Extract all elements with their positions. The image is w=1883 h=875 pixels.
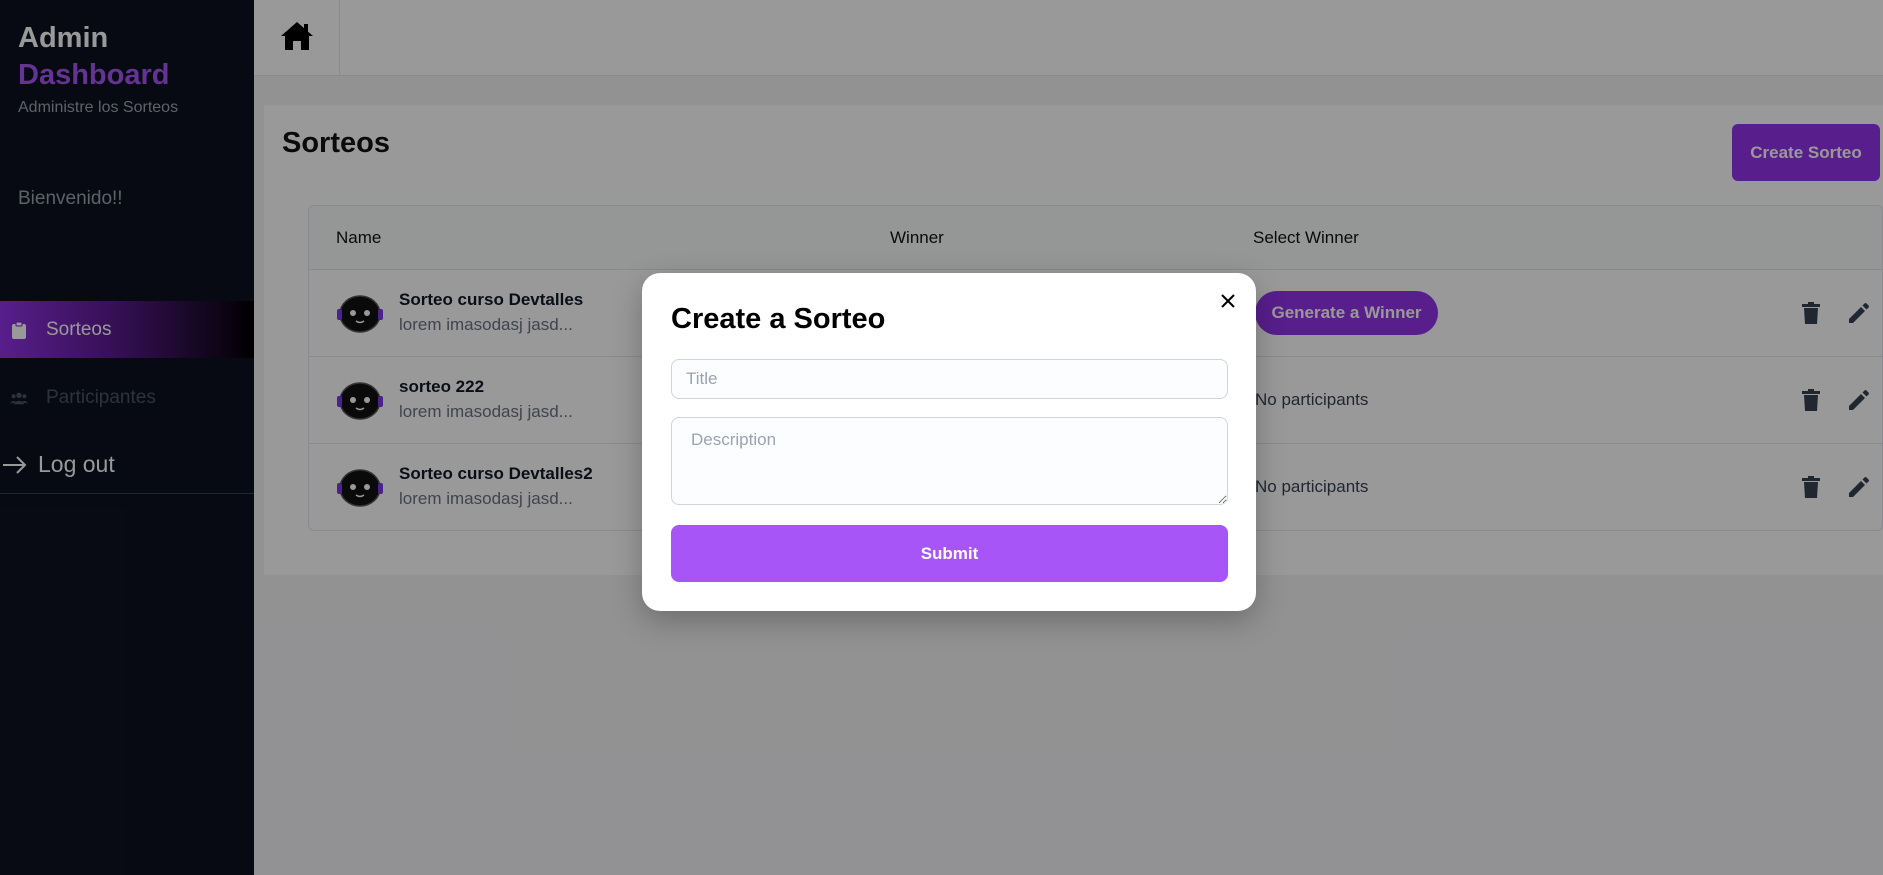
title-input[interactable] [671, 359, 1228, 399]
create-sorteo-modal: Create a Sorteo Submit [642, 273, 1256, 611]
description-input[interactable] [671, 417, 1228, 505]
modal-title: Create a Sorteo [671, 303, 886, 335]
close-icon[interactable] [1216, 289, 1240, 313]
submit-button[interactable]: Submit [671, 525, 1228, 582]
